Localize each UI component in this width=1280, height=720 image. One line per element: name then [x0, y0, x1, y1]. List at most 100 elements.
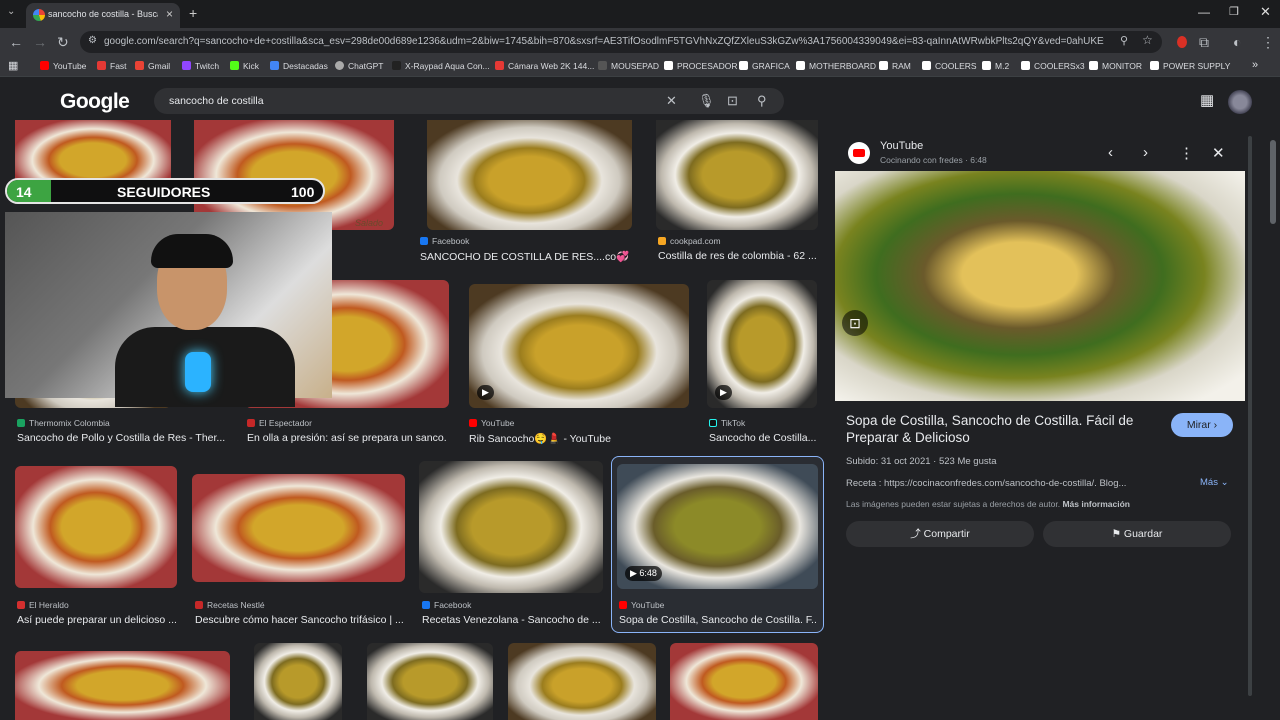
profile-icon[interactable]: ◐: [1233, 34, 1241, 50]
result-source: Facebook: [422, 600, 471, 610]
bookmark-coolersx3[interactable]: COOLERSx3: [1021, 61, 1085, 71]
result-caption[interactable]: Sancocho de Costilla...: [709, 432, 819, 444]
close-window-icon[interactable]: ✕: [1260, 4, 1271, 20]
result-image-15[interactable]: [367, 643, 493, 720]
result-image-17[interactable]: [670, 643, 818, 720]
result-image-8[interactable]: ▶: [707, 280, 817, 408]
lens-search-icon[interactable]: ⊡: [842, 310, 868, 336]
bookmark-fast[interactable]: Fast: [97, 61, 127, 71]
extensions-icon[interactable]: ⧉: [1199, 34, 1209, 51]
bookmark-gmail[interactable]: Gmail: [135, 61, 170, 71]
result-image-10[interactable]: [192, 474, 405, 582]
bookmark-chatgpt[interactable]: ChatGPT: [335, 61, 383, 71]
result-caption[interactable]: Rib Sancocho🤤💄 - YouTube: [469, 432, 689, 445]
clear-icon[interactable]: ✕: [666, 93, 677, 109]
bookmark-mousepad[interactable]: MOUSEPAD: [598, 61, 659, 71]
watch-button[interactable]: Mirar ›: [1171, 413, 1233, 437]
lens-icon[interactable]: ⊡: [727, 93, 738, 109]
result-caption[interactable]: Recetas Venezolana - Sancocho de ...: [422, 614, 602, 626]
bookmark-kick[interactable]: Kick: [230, 61, 259, 71]
bookmark-twitch[interactable]: Twitch: [182, 61, 219, 71]
result-image-7[interactable]: ▶: [469, 284, 689, 408]
previous-icon[interactable]: ‹: [1108, 144, 1113, 161]
preview-image[interactable]: [835, 171, 1245, 401]
result-caption[interactable]: SANCOCHO DE COSTILLA DE RES....co💞: [420, 250, 630, 263]
tab-close-icon[interactable]: ×: [166, 7, 173, 21]
zoom-icon[interactable]: ⚲: [1120, 34, 1128, 47]
cookpad-icon: [658, 237, 666, 245]
bookmark-grafica[interactable]: GRAFICA: [739, 61, 790, 71]
voice-search-icon[interactable]: 🎙: [698, 93, 715, 109]
result-caption[interactable]: Costilla de res de colombia - 62 ...: [658, 250, 818, 262]
google-logo[interactable]: Google: [60, 90, 130, 114]
more-button[interactable]: Más ⌄: [1200, 477, 1229, 488]
preview-title[interactable]: Sopa de Costilla, Sancocho de Costilla. …: [846, 412, 1146, 446]
site-info-icon[interactable]: ⚙: [88, 35, 97, 46]
bookmark-motherboard[interactable]: MOTHERBOARD: [796, 61, 876, 71]
restore-icon[interactable]: ❐: [1229, 5, 1239, 18]
account-avatar[interactable]: [1228, 90, 1252, 114]
result-image-9[interactable]: [15, 466, 177, 588]
new-tab-icon[interactable]: +: [189, 5, 197, 21]
bookmark-destacadas[interactable]: Destacadas: [270, 61, 328, 71]
bookmark-icon: ⚑: [1111, 528, 1121, 540]
result-caption[interactable]: Sopa de Costilla, Sancocho de Costilla. …: [619, 614, 817, 626]
panel-source-name[interactable]: YouTube: [880, 140, 923, 152]
bookmark-xraypad[interactable]: X-Raypad Aqua Con...: [392, 61, 490, 71]
search-box[interactable]: sancocho de costilla ✕ 🎙 ⊡ ⚲: [154, 88, 784, 114]
page-scrollbar-thumb[interactable]: [1270, 140, 1276, 224]
result-source: El Espectador: [247, 418, 312, 428]
result-caption[interactable]: Sancocho de Pollo y Costilla de Res - Th…: [17, 432, 232, 444]
menu-icon[interactable]: ⋮: [1261, 34, 1275, 51]
result-image-16[interactable]: [508, 643, 656, 720]
bookmark-ram[interactable]: RAM: [879, 61, 911, 71]
share-button[interactable]: ⤴ Compartir: [846, 521, 1034, 547]
search-input[interactable]: sancocho de costilla: [169, 95, 264, 107]
panel-scrollbar[interactable]: [1248, 136, 1252, 696]
bookmark-camara[interactable]: Cámara Web 2K 144...: [495, 61, 594, 71]
twitch-icon: [182, 61, 191, 70]
tab-active[interactable]: sancocho de costilla - Buscar con Google…: [26, 3, 180, 28]
minimize-icon[interactable]: —: [1198, 5, 1210, 19]
next-icon[interactable]: ›: [1143, 144, 1148, 161]
more-options-icon[interactable]: ⋮: [1179, 144, 1194, 162]
bookmark-youtube[interactable]: YouTube: [40, 61, 86, 71]
power-supply-icon: [1150, 61, 1159, 70]
bookmark-m2[interactable]: M.2: [982, 61, 1009, 71]
save-button[interactable]: ⚑ Guardar: [1043, 521, 1231, 547]
apps-grid-icon[interactable]: ▦: [8, 59, 18, 72]
result-source: Facebook: [420, 236, 469, 246]
result-image-12[interactable]: ▶ 6:48: [617, 464, 818, 589]
result-caption[interactable]: En olla a presión: así se prepara un san…: [247, 432, 447, 444]
google-apps-icon[interactable]: ▦: [1200, 91, 1214, 109]
search-icon[interactable]: ⚲: [757, 93, 767, 109]
address-bar[interactable]: ⚙ google.com/search?q=sancocho+de+costil…: [80, 31, 1162, 53]
coolers-icon: [922, 61, 931, 70]
result-source: YouTube: [619, 600, 664, 610]
bookmark-procesador[interactable]: PROCESADOR: [664, 61, 737, 71]
webcam-overlay: [5, 212, 332, 407]
bookmark-coolers[interactable]: COOLERS: [922, 61, 977, 71]
kick-icon: [230, 61, 239, 70]
result-caption[interactable]: Descubre cómo hacer Sancocho trifásico |…: [195, 614, 405, 626]
result-image-3[interactable]: [427, 120, 632, 230]
result-image-14[interactable]: [254, 643, 342, 720]
bookmark-monitor[interactable]: MONITOR: [1089, 61, 1142, 71]
extension-red-icon[interactable]: [1177, 36, 1187, 48]
bookmarks-overflow-icon[interactable]: »: [1252, 59, 1258, 71]
tab-search-icon[interactable]: ⌄: [7, 6, 15, 17]
destacadas-icon: [270, 61, 279, 70]
bookmark-power-supply[interactable]: POWER SUPPLY: [1150, 61, 1230, 71]
close-panel-icon[interactable]: ✕: [1212, 144, 1225, 162]
youtube-icon: [848, 142, 870, 164]
result-image-4[interactable]: [656, 120, 818, 230]
result-caption[interactable]: Así puede preparar un delicioso ...: [17, 614, 177, 626]
forward-icon[interactable]: →: [33, 34, 47, 50]
tiktok-icon: [709, 419, 717, 427]
reload-icon[interactable]: ↻: [57, 34, 69, 51]
bookmark-star-icon[interactable]: ☆: [1142, 33, 1153, 47]
result-image-13[interactable]: [15, 651, 230, 720]
back-icon[interactable]: ←: [9, 34, 23, 50]
result-image-11[interactable]: [419, 461, 603, 593]
more-info-link[interactable]: Más información: [1062, 499, 1130, 509]
